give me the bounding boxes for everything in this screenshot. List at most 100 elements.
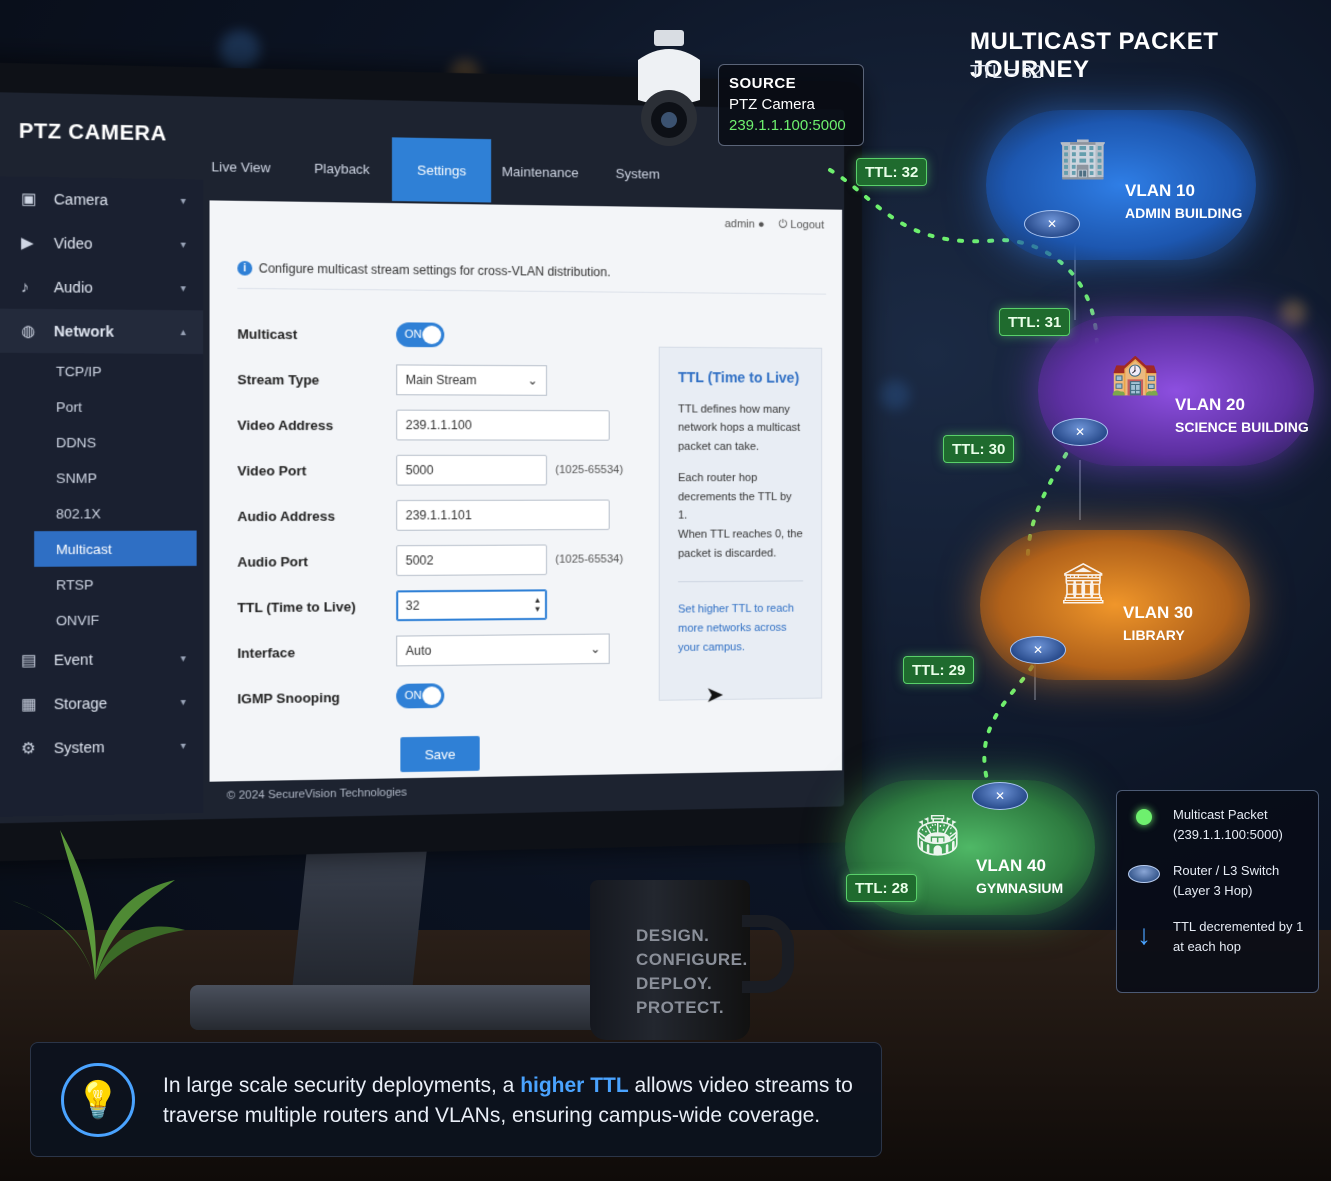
sidebar-item-label: Network bbox=[53, 322, 114, 340]
ttl-help-panel: TTL (Time to Live) TTL defines how many … bbox=[658, 346, 823, 701]
source-device: PTZ Camera bbox=[729, 96, 815, 113]
sidebar-item-network[interactable]: ◍ Network ▴ bbox=[0, 308, 204, 354]
tab-live-view[interactable]: Live View bbox=[190, 134, 291, 200]
building-icon: 🏫 bbox=[1110, 352, 1160, 396]
vlan-name: VLAN 40 bbox=[976, 856, 1046, 875]
vlan-place: GYMNASIUM bbox=[976, 880, 1064, 896]
sidebar-item-video[interactable]: ▶ Video ▾ bbox=[0, 220, 203, 266]
sidebar-item-system[interactable]: ⚙ System ▾ bbox=[0, 724, 203, 771]
stream-type-label: Stream Type bbox=[237, 371, 320, 388]
settings-content: admin ● ⏻ Logout i Configure multicast st… bbox=[209, 200, 843, 782]
tab-maintenance[interactable]: Maintenance bbox=[491, 139, 589, 204]
ttl-badge: TTL: 30 bbox=[943, 435, 1015, 463]
sidebar-item-event[interactable]: ▤ Event ▾ bbox=[0, 636, 203, 682]
chevron-down-icon: ⌄ bbox=[527, 373, 538, 388]
logout-label: Logout bbox=[790, 218, 825, 232]
sidebar-sub-port[interactable]: Port bbox=[0, 388, 203, 424]
tip-highlight: higher TTL bbox=[520, 1074, 629, 1097]
sidebar-item-label: Event bbox=[53, 651, 93, 669]
sidebar-sub-rtsp[interactable]: RTSP bbox=[0, 566, 203, 603]
sidebar-item-audio[interactable]: ♪ Audio ▾ bbox=[0, 264, 203, 310]
sidebar-sub-8021x[interactable]: 802.1X bbox=[0, 495, 203, 531]
info-banner: i Configure multicast stream settings for… bbox=[237, 260, 611, 279]
ttl-value: 32 bbox=[405, 598, 420, 613]
video-address-input[interactable]: 239.1.1.100 bbox=[396, 409, 610, 441]
vlan-name: VLAN 10 bbox=[1125, 181, 1195, 200]
multicast-toggle[interactable]: ON bbox=[396, 322, 445, 348]
ttl-label: TTL (Time to Live) bbox=[237, 598, 356, 615]
sidebar-item-label: Audio bbox=[53, 278, 93, 296]
monitor-stand bbox=[292, 840, 428, 990]
top-tabs: Live View Playback Settings Maintenance … bbox=[190, 134, 686, 206]
legend-item-router: Router / L3 Switch (Layer 3 Hop) bbox=[1127, 861, 1308, 901]
router-icon bbox=[1128, 865, 1160, 883]
audio-port-input[interactable]: 5002 bbox=[396, 544, 548, 577]
sidebar-item-label: Storage bbox=[53, 694, 108, 713]
ttl-badge: TTL: 32 bbox=[856, 158, 928, 186]
stream-type-value: Main Stream bbox=[405, 372, 477, 388]
audio-address-input[interactable]: 239.1.1.101 bbox=[396, 499, 610, 531]
packet-dot-icon bbox=[1136, 809, 1152, 825]
vlan-place: ADMIN BUILDING bbox=[1125, 205, 1243, 221]
audio-icon: ♪ bbox=[21, 277, 30, 296]
tab-system[interactable]: System bbox=[589, 141, 686, 205]
legend-item-ttl: ↓ TTL decremented by 1 at each hop bbox=[1127, 917, 1308, 957]
ttl-badge: TTL: 28 bbox=[846, 874, 918, 902]
sidebar-sub-snmp[interactable]: SNMP bbox=[0, 460, 203, 496]
logout-link[interactable]: ⏻ Logout bbox=[779, 219, 824, 233]
mug-line: CONFIGURE. bbox=[636, 950, 748, 969]
ttl-badge: TTL: 29 bbox=[903, 656, 975, 684]
tab-settings[interactable]: Settings bbox=[391, 137, 492, 203]
legend: Multicast Packet (239.1.1.100:5000) Route… bbox=[1116, 790, 1319, 993]
monitor-base bbox=[190, 985, 600, 1030]
bokeh-light bbox=[880, 380, 910, 410]
chevron-down-icon: ▾ bbox=[180, 740, 186, 752]
ttl-help-link[interactable]: Set higher TTL to reach more networks ac… bbox=[678, 580, 804, 658]
plant-decoration bbox=[10, 830, 185, 980]
mouse-cursor-icon: ➤ bbox=[705, 681, 725, 708]
storage-icon: ▦ bbox=[21, 695, 37, 714]
video-port-label: Video Port bbox=[237, 462, 307, 479]
chevron-down-icon: ▾ bbox=[180, 652, 186, 665]
row-ttl: TTL (Time to Live) 32 ▴ ▾ bbox=[237, 588, 654, 624]
vlan-name: VLAN 30 bbox=[1123, 603, 1193, 622]
ttl-badge: TTL: 31 bbox=[999, 308, 1071, 336]
tab-playback[interactable]: Playback bbox=[292, 135, 392, 201]
building-icon: 🏢 bbox=[1058, 136, 1108, 180]
chevron-down-icon: ▾ bbox=[180, 195, 186, 207]
sidebar-sub-ddns[interactable]: DDNS bbox=[0, 424, 203, 460]
igmp-toggle[interactable]: ON bbox=[396, 683, 445, 709]
sidebar-sub-onvif[interactable]: ONVIF bbox=[0, 601, 203, 638]
legend-detail: at each hop bbox=[1173, 939, 1241, 954]
user-name[interactable]: admin ● bbox=[725, 218, 765, 232]
stream-type-select[interactable]: Main Stream ⌄ bbox=[396, 364, 548, 396]
bokeh-light bbox=[220, 30, 260, 70]
tip-text-pre: In large scale security deployments, a bbox=[163, 1074, 521, 1097]
mug-handle bbox=[742, 915, 794, 993]
row-audio-port: Audio Port 5002 (1025-65534) bbox=[237, 543, 705, 578]
audio-port-label: Audio Port bbox=[237, 553, 309, 570]
sidebar-item-camera[interactable]: ▣ Camera ▾ bbox=[0, 176, 203, 223]
video-port-range: (1025-65534) bbox=[555, 464, 624, 477]
row-video-address: Video Address 239.1.1.100 bbox=[237, 408, 654, 442]
router-icon: ✕ bbox=[1024, 210, 1080, 238]
sidebar-sub-tcpip[interactable]: TCP/IP bbox=[0, 353, 203, 390]
sidebar-item-storage[interactable]: ▦ Storage ▾ bbox=[0, 680, 203, 727]
ttl-stepper[interactable]: 32 ▴ ▾ bbox=[396, 589, 548, 622]
interface-select[interactable]: Auto ⌄ bbox=[396, 633, 610, 667]
source-title: SOURCE bbox=[729, 75, 797, 92]
sidebar-item-label: Camera bbox=[53, 190, 108, 209]
vlan-40-label: VLAN 40 GYMNASIUM bbox=[976, 855, 1063, 899]
video-port-input[interactable]: 5000 bbox=[396, 454, 548, 486]
building-icon: 🏟 bbox=[912, 814, 963, 858]
stepper-arrows-icon[interactable]: ▴ ▾ bbox=[535, 594, 540, 613]
bokeh-light bbox=[1280, 300, 1306, 326]
multicast-label: Multicast bbox=[237, 325, 298, 342]
vlan-10-label: VLAN 10 ADMIN BUILDING bbox=[1125, 180, 1242, 224]
app-title: PTZ CAMERA bbox=[18, 119, 167, 146]
sidebar-sub-multicast[interactable]: Multicast bbox=[34, 530, 197, 567]
save-button[interactable]: Save bbox=[400, 735, 480, 773]
mug-line: PROTECT. bbox=[636, 998, 725, 1017]
chevron-up-icon: ▴ bbox=[180, 326, 186, 338]
copyright-footer: © 2024 SecureVision Technologies bbox=[226, 786, 408, 803]
